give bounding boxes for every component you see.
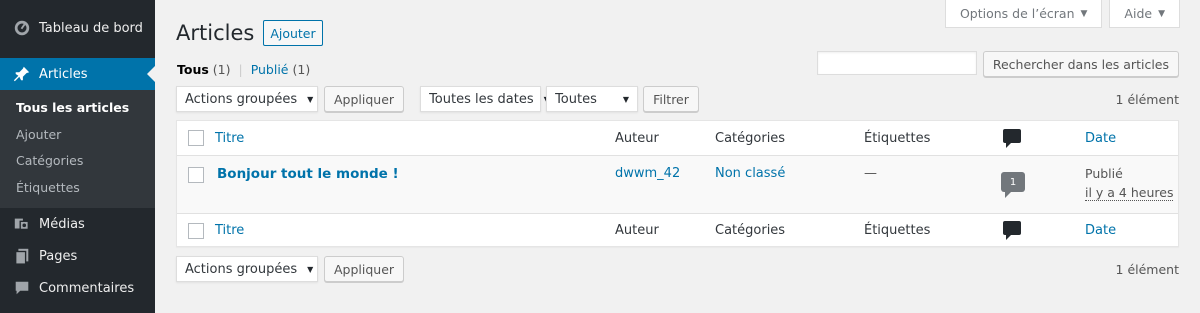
apply-button[interactable]: Appliquer — [324, 86, 405, 112]
post-date: Publié il y a 4 heures — [1085, 166, 1174, 201]
pages-icon — [12, 246, 32, 266]
help-label: Aide — [1124, 6, 1153, 21]
view-separator: | — [238, 62, 243, 77]
column-title-sort-footer[interactable]: Titre — [215, 223, 244, 238]
view-published-link[interactable]: Publié — [251, 62, 289, 77]
menu-item-pages[interactable]: Pages — [0, 240, 155, 272]
view-published-count: (1) — [292, 62, 311, 77]
category-filter-value: Toutes — [555, 91, 597, 107]
post-category-link[interactable]: Non classé — [715, 166, 785, 181]
menu-item-label: Articles — [39, 66, 88, 82]
post-status: Publié — [1085, 166, 1123, 181]
screen-meta-links: Options de l’écran ▼ Aide ▼ — [944, 0, 1180, 28]
media-icon — [12, 214, 32, 234]
comment-column-icon-footer[interactable] — [1003, 221, 1021, 240]
menu-item-label: Pages — [39, 248, 78, 264]
column-date-sort-footer[interactable]: Date — [1085, 223, 1116, 238]
table-row: Bonjour tout le monde ! dwwm_42 Non clas… — [177, 156, 1178, 213]
column-categories: Catégories — [715, 130, 786, 146]
column-date-sort[interactable]: Date — [1085, 131, 1116, 146]
column-title-sort[interactable]: Titre — [215, 131, 244, 146]
post-title-link[interactable]: Bonjour tout le monde ! — [217, 166, 399, 182]
column-author-footer: Auteur — [615, 222, 659, 238]
select-all-checkbox[interactable] — [188, 130, 204, 146]
page-header: Articles Ajouter — [176, 20, 323, 46]
chevron-down-icon: ▼ — [307, 264, 314, 274]
items-count-bottom: 1 élément — [1115, 261, 1179, 277]
post-tags: — — [864, 166, 877, 181]
tablenav-top: Actions groupées ▼ Appliquer Toutes les … — [176, 86, 1179, 112]
view-all-link[interactable]: Tous — [177, 62, 209, 77]
column-tags-footer: Étiquettes — [864, 222, 931, 238]
search-box: Rechercher dans les articles — [816, 51, 1179, 77]
articles-submenu: Tous les articles Ajouter Catégories Éti… — [0, 90, 155, 208]
column-categories-footer: Catégories — [715, 222, 786, 238]
post-author-link[interactable]: dwwm_42 — [615, 166, 680, 181]
bulk-actions-select-bottom[interactable]: Actions groupées ▼ — [176, 256, 318, 282]
dashboard-icon — [12, 18, 32, 38]
column-tags: Étiquettes — [864, 130, 931, 146]
menu-item-articles[interactable]: Articles — [0, 58, 155, 90]
submenu-add[interactable]: Ajouter — [0, 122, 155, 149]
bulk-actions-value: Actions groupées — [185, 261, 298, 277]
comments-icon — [12, 278, 32, 298]
menu-item-media[interactable]: Médias — [0, 208, 155, 240]
category-filter-select[interactable]: Toutes ▼ — [546, 86, 639, 112]
comment-count: 1 — [1001, 172, 1025, 198]
view-all-count: (1) — [212, 62, 231, 77]
screen-options-label: Options de l’écran — [959, 6, 1075, 21]
items-count: 1 élément — [1115, 91, 1179, 107]
menu-item-dashboard[interactable]: Tableau de bord — [0, 12, 155, 44]
row-checkbox[interactable] — [188, 167, 204, 183]
add-new-button[interactable]: Ajouter — [263, 20, 323, 46]
chevron-down-icon: ▼ — [622, 94, 630, 104]
submenu-categories[interactable]: Catégories — [0, 148, 155, 175]
date-filter-select[interactable]: Toutes les dates ▼ — [420, 86, 550, 112]
caret-down-icon: ▼ — [1080, 8, 1088, 19]
comment-count-bubble[interactable]: 1 — [1001, 166, 1025, 198]
post-time: il y a 4 heures — [1085, 185, 1174, 201]
column-author: Auteur — [615, 130, 659, 146]
help-button[interactable]: Aide ▼ — [1109, 0, 1180, 28]
pin-icon — [12, 64, 32, 84]
menu-item-comments[interactable]: Commentaires — [0, 272, 155, 304]
table-footer-row: Titre Auteur Catégories Étiquettes Date — [177, 213, 1178, 246]
admin-sidebar: Tableau de bord Articles Tous les articl… — [0, 0, 155, 313]
caret-down-icon: ▼ — [1158, 8, 1165, 19]
chevron-down-icon: ▼ — [307, 94, 314, 104]
page-title: Articles — [176, 21, 255, 45]
submenu-tags[interactable]: Étiquettes — [0, 175, 155, 202]
bulk-actions-value: Actions groupées — [185, 91, 298, 107]
apply-button-bottom[interactable]: Appliquer — [324, 256, 405, 282]
status-views: Tous (1) | Publié (1) — [177, 62, 310, 77]
tablenav-bottom: Actions groupées ▼ Appliquer 1 élément — [176, 256, 1179, 282]
main-content: Options de l’écran ▼ Aide ▼ Articles Ajo… — [155, 0, 1200, 313]
table-header-row: Titre Auteur Catégories Étiquettes Date — [177, 121, 1178, 156]
select-all-checkbox-footer[interactable] — [188, 223, 204, 239]
bulk-actions-select[interactable]: Actions groupées ▼ — [176, 86, 318, 112]
posts-table: Titre Auteur Catégories Étiquettes Date … — [176, 120, 1179, 247]
menu-item-label: Commentaires — [39, 280, 135, 296]
menu-item-label: Médias — [39, 216, 85, 232]
comment-column-icon[interactable] — [1003, 129, 1021, 148]
date-filter-value: Toutes les dates — [429, 91, 534, 107]
filter-button[interactable]: Filtrer — [643, 86, 699, 112]
search-input[interactable] — [816, 51, 977, 75]
search-button[interactable]: Rechercher dans les articles — [982, 51, 1179, 77]
menu-item-label: Tableau de bord — [39, 20, 143, 36]
screen-options-button[interactable]: Options de l’écran ▼ — [944, 0, 1103, 28]
submenu-all-articles[interactable]: Tous les articles — [0, 95, 155, 122]
